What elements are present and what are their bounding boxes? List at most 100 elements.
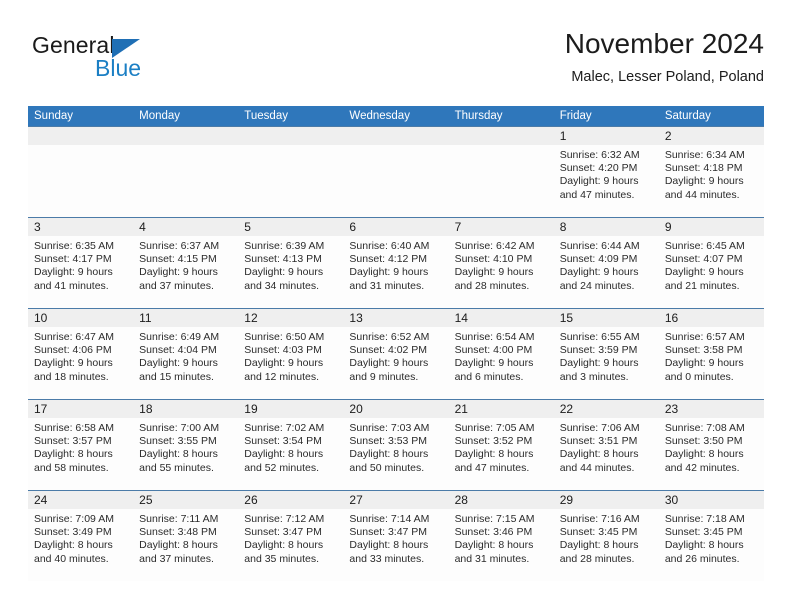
day-number[interactable]	[238, 127, 343, 145]
day-number[interactable]: 30	[659, 491, 764, 509]
day-number[interactable]	[133, 127, 238, 145]
day-cell[interactable]	[28, 145, 133, 217]
day-cell[interactable]: Sunrise: 6:42 AM Sunset: 4:10 PM Dayligh…	[449, 236, 554, 308]
sunrise-text: Sunrise: 6:37 AM	[139, 240, 220, 252]
day-number[interactable]: 29	[554, 491, 659, 509]
day-cell[interactable]: Sunrise: 6:32 AM Sunset: 4:20 PM Dayligh…	[554, 145, 659, 217]
daylight-text-line1: Daylight: 9 hours	[559, 357, 639, 370]
day-number[interactable]: 27	[343, 491, 448, 509]
day-number[interactable]	[343, 127, 448, 145]
day-number[interactable]: 28	[449, 491, 554, 509]
sunset-text: Sunset: 4:13 PM	[244, 253, 322, 266]
day-cell[interactable]: Sunrise: 7:06 AM Sunset: 3:51 PM Dayligh…	[554, 418, 659, 490]
sunrise-text: Sunrise: 7:08 AM	[664, 422, 745, 434]
day-cell[interactable]: Sunrise: 7:18 AM Sunset: 3:45 PM Dayligh…	[659, 509, 764, 581]
sunrise-text: Sunrise: 6:40 AM	[349, 240, 430, 252]
day-cell[interactable]: Sunrise: 6:45 AM Sunset: 4:07 PM Dayligh…	[659, 236, 764, 308]
day-cell[interactable]: Sunrise: 7:09 AM Sunset: 3:49 PM Dayligh…	[28, 509, 133, 581]
day-number[interactable]: 3	[28, 218, 133, 236]
day-cell[interactable]: Sunrise: 6:35 AM Sunset: 4:17 PM Dayligh…	[28, 236, 133, 308]
day-number[interactable]: 1	[554, 127, 659, 145]
day-number[interactable]: 4	[133, 218, 238, 236]
sunrise-text: Sunrise: 7:02 AM	[244, 422, 325, 434]
day-number[interactable]: 25	[133, 491, 238, 509]
day-cell[interactable]: Sunrise: 7:02 AM Sunset: 3:54 PM Dayligh…	[238, 418, 343, 490]
daylight-text-line1: Daylight: 9 hours	[139, 357, 218, 370]
day-number[interactable]	[28, 127, 133, 145]
sunrise-text: Sunrise: 6:32 AM	[559, 149, 640, 161]
daylight-text-line1: Daylight: 9 hours	[454, 357, 534, 370]
day-number[interactable]: 16	[659, 309, 764, 327]
day-cell[interactable]: Sunrise: 7:12 AM Sunset: 3:47 PM Dayligh…	[238, 509, 343, 581]
day-cell[interactable]: Sunrise: 7:00 AM Sunset: 3:55 PM Dayligh…	[133, 418, 238, 490]
day-cell[interactable]: Sunrise: 6:58 AM Sunset: 3:57 PM Dayligh…	[28, 418, 133, 490]
calendar-week-row: 1 2 Sunrise: 6:32 AM Sunset: 4:20 PM Day…	[28, 126, 764, 217]
day-number[interactable]: 21	[449, 400, 554, 418]
day-number[interactable]: 6	[343, 218, 448, 236]
day-cell[interactable]: Sunrise: 6:52 AM Sunset: 4:02 PM Dayligh…	[343, 327, 448, 399]
day-number[interactable]: 14	[449, 309, 554, 327]
sunrise-text: Sunrise: 7:12 AM	[244, 513, 325, 525]
day-cell[interactable]	[133, 145, 238, 217]
week-detail-band: Sunrise: 7:09 AM Sunset: 3:49 PM Dayligh…	[28, 509, 764, 581]
day-cell[interactable]: Sunrise: 6:37 AM Sunset: 4:15 PM Dayligh…	[133, 236, 238, 308]
day-number[interactable]: 18	[133, 400, 238, 418]
day-number[interactable]: 23	[659, 400, 764, 418]
day-cell[interactable]: Sunrise: 7:16 AM Sunset: 3:45 PM Dayligh…	[554, 509, 659, 581]
day-cell[interactable]: Sunrise: 6:47 AM Sunset: 4:06 PM Dayligh…	[28, 327, 133, 399]
day-cell[interactable]: Sunrise: 6:40 AM Sunset: 4:12 PM Dayligh…	[343, 236, 448, 308]
weekday-header-wednesday: Wednesday	[349, 110, 410, 122]
day-cell[interactable]: Sunrise: 6:57 AM Sunset: 3:58 PM Dayligh…	[659, 327, 764, 399]
sunrise-text: Sunrise: 6:35 AM	[34, 240, 114, 252]
day-cell[interactable]: Sunrise: 6:55 AM Sunset: 3:59 PM Dayligh…	[554, 327, 659, 399]
sunrise-text: Sunrise: 7:18 AM	[664, 513, 745, 525]
day-number[interactable]: 5	[238, 218, 343, 236]
day-number[interactable]: 7	[449, 218, 554, 236]
day-number[interactable]: 24	[28, 491, 133, 509]
day-number[interactable]: 22	[554, 400, 659, 418]
day-cell[interactable]: Sunrise: 7:05 AM Sunset: 3:52 PM Dayligh…	[449, 418, 554, 490]
sunrise-text: Sunrise: 7:05 AM	[454, 422, 535, 434]
day-number[interactable]: 12	[238, 309, 343, 327]
day-number[interactable]: 8	[554, 218, 659, 236]
daylight-text-line2: and 50 minutes.	[349, 461, 425, 474]
weekday-header-sunday: Sunday	[34, 110, 74, 122]
day-cell[interactable]: Sunrise: 6:39 AM Sunset: 4:13 PM Dayligh…	[238, 236, 343, 308]
daylight-text-line1: Daylight: 8 hours	[559, 539, 639, 552]
daylight-text-line1: Daylight: 8 hours	[349, 539, 429, 552]
day-cell[interactable]: Sunrise: 6:50 AM Sunset: 4:03 PM Dayligh…	[238, 327, 343, 399]
sunset-text: Sunset: 3:55 PM	[139, 435, 217, 448]
day-number[interactable]: 15	[554, 309, 659, 327]
daylight-text-line1: Daylight: 9 hours	[664, 357, 744, 370]
day-cell[interactable]: Sunrise: 7:11 AM Sunset: 3:48 PM Dayligh…	[133, 509, 238, 581]
brand-logo[interactable]: General Blue	[32, 34, 232, 90]
day-number[interactable]: 11	[133, 309, 238, 327]
day-number[interactable]: 19	[238, 400, 343, 418]
sunrise-text: Sunrise: 6:45 AM	[664, 240, 745, 252]
daylight-text-line2: and 3 minutes.	[559, 370, 629, 383]
day-cell[interactable]: Sunrise: 7:03 AM Sunset: 3:53 PM Dayligh…	[343, 418, 448, 490]
day-cell[interactable]: Sunrise: 7:08 AM Sunset: 3:50 PM Dayligh…	[659, 418, 764, 490]
day-cell[interactable]	[343, 145, 448, 217]
day-number[interactable]: 26	[238, 491, 343, 509]
day-number[interactable]: 17	[28, 400, 133, 418]
day-cell[interactable]: Sunrise: 6:44 AM Sunset: 4:09 PM Dayligh…	[554, 236, 659, 308]
day-cell[interactable]: Sunrise: 6:54 AM Sunset: 4:00 PM Dayligh…	[449, 327, 554, 399]
daylight-text-line2: and 0 minutes.	[664, 370, 734, 383]
daylight-text-line2: and 47 minutes.	[454, 461, 530, 474]
week-detail-band: Sunrise: 6:35 AM Sunset: 4:17 PM Dayligh…	[28, 236, 764, 308]
day-cell[interactable]: Sunrise: 7:15 AM Sunset: 3:46 PM Dayligh…	[449, 509, 554, 581]
day-cell[interactable]	[449, 145, 554, 217]
day-number[interactable]	[449, 127, 554, 145]
day-cell[interactable]	[238, 145, 343, 217]
day-number[interactable]: 10	[28, 309, 133, 327]
day-cell[interactable]: Sunrise: 6:34 AM Sunset: 4:18 PM Dayligh…	[659, 145, 764, 217]
day-number[interactable]: 13	[343, 309, 448, 327]
day-cell[interactable]: Sunrise: 7:14 AM Sunset: 3:47 PM Dayligh…	[343, 509, 448, 581]
day-number[interactable]: 9	[659, 218, 764, 236]
daylight-text-line1: Daylight: 8 hours	[139, 539, 218, 552]
day-number[interactable]: 20	[343, 400, 448, 418]
sunset-text: Sunset: 3:49 PM	[34, 526, 112, 539]
day-cell[interactable]: Sunrise: 6:49 AM Sunset: 4:04 PM Dayligh…	[133, 327, 238, 399]
day-number[interactable]: 2	[659, 127, 764, 145]
